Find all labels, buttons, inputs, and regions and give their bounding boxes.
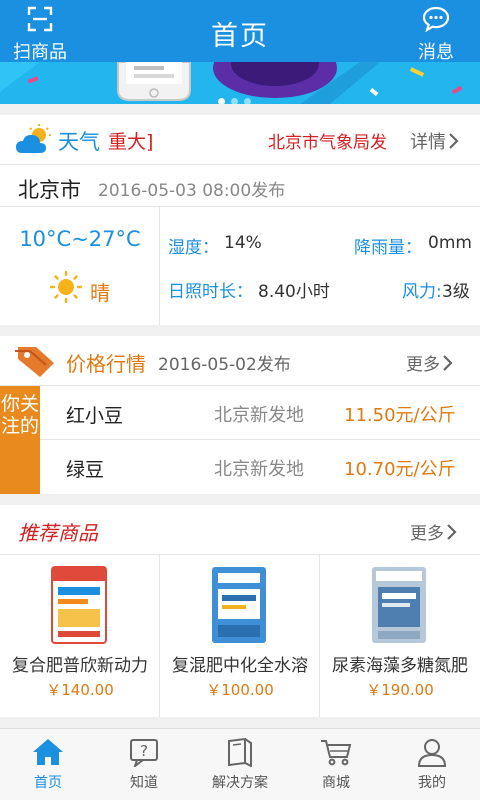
product-card[interactable]: 复合肥普欣新动力 ￥140.00: [0, 555, 160, 717]
humidity-value: 14%: [224, 233, 262, 253]
price-date: 2016-05-02发布: [158, 355, 291, 375]
price-header[interactable]: 价格行情 2016-05-02发布 更多: [0, 336, 480, 386]
price-tag-icon: [15, 347, 54, 377]
weather-published: 2016-05-03 08:00发布: [98, 181, 286, 201]
product-name: 尿素海藻多糖氮肥: [332, 656, 468, 676]
weather-city-row: 北京市 2016-05-03 08:00发布: [0, 165, 480, 207]
price-row-price: 10.70元/公斤: [344, 459, 456, 480]
price-row-market: 北京新发地: [214, 405, 304, 426]
weather-alert-tag: 重大]: [108, 131, 154, 153]
messages-button[interactable]: 消息: [406, 6, 466, 64]
banner-dot-1[interactable]: [218, 98, 225, 104]
app-header: 扫商品 首页 消息: [0, 0, 480, 64]
banner-dot-2[interactable]: [231, 98, 238, 104]
tab-knowledge[interactable]: ? 知道: [96, 729, 192, 800]
weather-detail-link[interactable]: 详情: [410, 128, 460, 154]
product-image: [212, 567, 266, 643]
tab-profile-label: 我的: [418, 775, 446, 791]
sunshine-label: 日照时长：: [168, 282, 253, 302]
weather-title: 天气: [58, 130, 100, 154]
chat-bubble-icon: [422, 6, 450, 33]
svg-text:?: ?: [140, 742, 148, 760]
sunshine-value: 8.40小时: [258, 282, 330, 302]
product-card[interactable]: 尿素海藻多糖氮肥 ￥190.00: [320, 555, 480, 717]
banner-dot-3[interactable]: [244, 98, 251, 104]
home-icon: [33, 739, 63, 765]
product-card[interactable]: 复混肥中化全水溶 ￥100.00: [160, 555, 320, 717]
weather-header[interactable]: 天气 重大] 北京市气象局发 详情: [0, 115, 480, 165]
recommended-title: 推荐商品: [18, 521, 98, 545]
user-icon: [417, 739, 447, 767]
price-row-market: 北京新发地: [214, 459, 304, 480]
tab-home[interactable]: 首页: [0, 729, 96, 800]
tab-knowledge-label: 知道: [130, 775, 158, 791]
recommended-more-link[interactable]: 更多: [410, 519, 458, 544]
tab-home-label: 首页: [34, 775, 62, 791]
weather-temperature: 10°C~27°C: [19, 227, 141, 251]
sunny-icon: [50, 271, 82, 303]
product-price: ￥100.00: [206, 681, 274, 699]
price-more-label: 更多: [406, 355, 440, 375]
product-price: ￥190.00: [366, 681, 434, 699]
product-image: [51, 566, 107, 644]
weather-condition: 晴: [90, 281, 110, 305]
rainfall-value: 0mm: [428, 233, 472, 253]
price-row-price: 11.50元/公斤: [344, 405, 456, 426]
tab-mall-label: 商城: [322, 775, 350, 791]
product-name: 复合肥普欣新动力: [12, 656, 148, 676]
recommended-more-label: 更多: [410, 524, 444, 544]
product-image: [372, 567, 426, 643]
weather-city: 北京市: [18, 178, 81, 202]
bottom-tab-bar: 首页 ? 知道 解决方案 商城 我的: [0, 728, 480, 800]
price-row-name: 红小豆: [66, 405, 124, 427]
price-more-link[interactable]: 更多: [406, 350, 454, 375]
price-row-name: 绿豆: [66, 459, 105, 481]
weather-card: 天气 重大] 北京市气象局发 详情 北京市 2016-05-03 08:00发布…: [0, 115, 480, 325]
humidity-label: 湿度：: [168, 238, 219, 258]
wind-label: 风力:: [402, 282, 442, 302]
product-name: 复混肥中化全水溶: [172, 656, 308, 676]
price-row[interactable]: 绿豆 北京新发地 10.70元/公斤: [40, 440, 480, 494]
chevron-right-icon: [447, 524, 457, 540]
tab-mall[interactable]: 商城: [288, 729, 384, 800]
partly-cloudy-icon: [16, 124, 51, 153]
tab-solutions[interactable]: 解决方案: [192, 729, 288, 800]
question-icon: ?: [130, 739, 158, 769]
recommended-header[interactable]: 推荐商品 更多: [0, 505, 480, 555]
wind-value: 3级: [442, 282, 470, 302]
weather-detail-label: 详情: [410, 132, 446, 153]
messages-label: 消息: [418, 42, 454, 63]
tab-profile[interactable]: 我的: [384, 729, 480, 800]
price-card: 价格行情 2016-05-02发布 更多 你关注的 红小豆 北京新发地 11.5…: [0, 336, 480, 494]
book-icon: [228, 737, 252, 768]
recommended-card: 推荐商品 更多 复合肥普欣新动力 ￥140.00 复混肥中化全水溶 ￥100.0…: [0, 505, 480, 717]
chevron-right-icon: [443, 355, 453, 371]
weather-alert-source: 北京市气象局发: [268, 133, 387, 153]
banner-pagination: [218, 90, 257, 104]
cart-icon: [321, 740, 352, 766]
promo-banner[interactable]: [0, 62, 480, 104]
weather-summary: 10°C~27°C 晴: [0, 207, 160, 325]
followed-label: 你关注的: [0, 386, 40, 494]
price-title: 价格行情: [66, 352, 146, 376]
price-row[interactable]: 红小豆 北京新发地 11.50元/公斤: [40, 386, 480, 440]
rainfall-label: 降雨量：: [354, 238, 422, 258]
tab-solutions-label: 解决方案: [212, 775, 268, 791]
product-price: ￥140.00: [46, 681, 114, 699]
chevron-right-icon: [449, 133, 459, 149]
